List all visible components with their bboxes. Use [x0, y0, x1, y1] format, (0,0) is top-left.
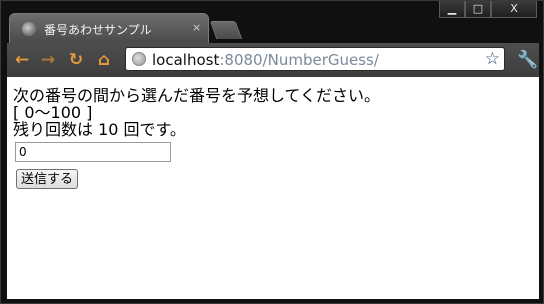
page-content: 次の番号の間から選んだ番号を予想してください。 [ 0〜100 ] 残り回数は …	[7, 77, 539, 299]
minimize-button[interactable]: ▁	[439, 1, 465, 18]
guess-input[interactable]	[15, 142, 171, 162]
url-host: localhost	[152, 51, 220, 69]
new-tab-button[interactable]	[209, 21, 243, 39]
browser-window: ▁ □ X 番号あわせサンプル × ← → ↻ ⌂ localhost:8080…	[0, 0, 544, 304]
back-arrow-icon[interactable]: ←	[11, 49, 33, 71]
close-window-button[interactable]: X	[491, 1, 537, 18]
tab-close-icon[interactable]: ×	[192, 21, 201, 34]
tab-active[interactable]: 番号あわせサンプル ×	[9, 13, 209, 43]
home-icon[interactable]: ⌂	[93, 49, 115, 71]
reload-icon[interactable]: ↻	[65, 49, 87, 71]
window-controls: ▁ □ X	[439, 1, 537, 19]
toolbar: ← → ↻ ⌂ localhost:8080/NumberGuess/ ☆ 🔧	[7, 43, 539, 77]
bookmark-star-icon[interactable]: ☆	[485, 49, 500, 69]
globe-icon	[22, 22, 36, 36]
wrench-icon[interactable]: 🔧	[517, 49, 538, 71]
forward-arrow-icon[interactable]: →	[37, 49, 59, 71]
url-path: :8080/NumberGuess/	[219, 51, 379, 69]
page-info-globe-icon[interactable]	[132, 52, 146, 66]
address-bar[interactable]: localhost:8080/NumberGuess/ ☆	[125, 47, 505, 71]
tab-title: 番号あわせサンプル	[44, 23, 152, 37]
url-text[interactable]: localhost:8080/NumberGuess/	[152, 51, 379, 69]
submit-button[interactable]: 送信する	[16, 169, 79, 189]
maximize-button[interactable]: □	[465, 1, 491, 18]
remaining-count-text: 残り回数は 10 回です。	[13, 120, 186, 139]
